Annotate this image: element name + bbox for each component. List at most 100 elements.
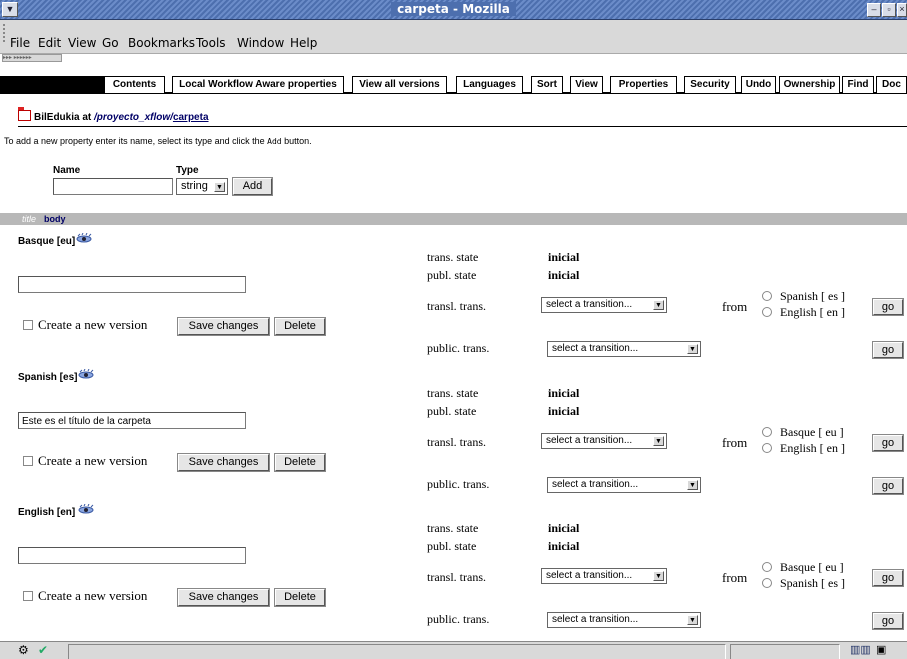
create-version-checkbox[interactable] (23, 320, 33, 330)
go-public-button[interactable]: go (872, 612, 904, 630)
from-label: from (722, 435, 748, 450)
menu-view[interactable]: View (68, 36, 96, 50)
menu-tools[interactable]: Tools (196, 36, 226, 50)
tab-view[interactable]: View (570, 76, 603, 93)
menu-bookmarks[interactable]: Bookmarks (128, 36, 195, 50)
menu-file[interactable]: File (10, 36, 30, 50)
section-body-link[interactable]: body (44, 214, 66, 224)
transl-transition-value: select a transition... (546, 435, 633, 446)
create-version-checkbox[interactable] (23, 591, 33, 601)
from-label: from (722, 570, 748, 585)
breadcrumb: BilEdukia at /proyecto_xflow/carpeta (18, 107, 907, 127)
save-changes-button[interactable]: Save changes (177, 588, 270, 607)
from-option-2: English [ en ] (780, 441, 845, 455)
collapsed-toolbar-grip[interactable]: ▸▸▸ ▸▸▸▸▸▸ (2, 54, 62, 62)
public-trans-label: public. trans. (427, 341, 490, 355)
close-icon[interactable]: × (897, 3, 907, 17)
tab-find[interactable]: Find (842, 76, 874, 93)
property-name-input[interactable] (53, 178, 173, 195)
from-label: from (722, 299, 748, 314)
delete-button[interactable]: Delete (274, 588, 326, 607)
public-transition-select[interactable]: select a transition... ▼ (547, 477, 701, 493)
from-radio-1[interactable] (762, 562, 772, 572)
public-transition-select[interactable]: select a transition... ▼ (547, 612, 701, 628)
breadcrumb-link-carpeta[interactable]: carpeta (173, 112, 209, 123)
security-icon[interactable]: ▣ (876, 643, 886, 656)
online-icon[interactable]: ▥▥ (850, 643, 871, 656)
transl-transition-select[interactable]: select a transition... ▼ (541, 568, 667, 584)
delete-button[interactable]: Delete (274, 453, 326, 472)
tab-ownership[interactable]: Ownership (779, 76, 840, 93)
section-title-link[interactable]: title (22, 214, 36, 224)
from-radio-1[interactable] (762, 427, 772, 437)
delete-button[interactable]: Delete (274, 317, 326, 336)
tab-view-all-versions[interactable]: View all versions (352, 76, 447, 93)
public-trans-label: public. trans. (427, 612, 490, 626)
transl-trans-label: transl. trans. (427, 570, 486, 584)
publ-state-value: inicial (548, 539, 580, 553)
tab-contents[interactable]: Contents (104, 76, 165, 93)
go-transl-button[interactable]: go (872, 569, 904, 587)
tab-properties[interactable]: Properties (610, 76, 677, 93)
window-title: carpeta - Mozilla (0, 2, 907, 16)
hint-text-after: button. (281, 136, 312, 146)
type-label: Type (176, 165, 199, 176)
from-radio-1[interactable] (762, 291, 772, 301)
menu-edit[interactable]: Edit (38, 36, 61, 50)
from-radio-2[interactable] (762, 443, 772, 453)
window-title-text: carpeta - Mozilla (391, 2, 516, 16)
title-input[interactable] (18, 276, 246, 293)
tab-local-workflow[interactable]: Local Workflow Aware properties (172, 76, 344, 93)
eye-icon[interactable] (78, 369, 94, 379)
status-bar: ⚙ ✔ ▥▥ ▣ (0, 641, 907, 659)
go-transl-button[interactable]: go (872, 298, 904, 316)
go-public-button[interactable]: go (872, 341, 904, 359)
chevron-down-icon: ▼ (653, 571, 664, 581)
transl-trans-label: transl. trans. (427, 299, 486, 313)
minimize-icon[interactable]: – (867, 3, 881, 17)
create-version-checkbox[interactable] (23, 456, 33, 466)
tab-security[interactable]: Security (684, 76, 736, 93)
name-label: Name (53, 165, 81, 176)
chevron-down-icon: ▼ (653, 300, 664, 310)
public-transition-select[interactable]: select a transition... ▼ (547, 341, 701, 357)
add-property-button[interactable]: Add (232, 177, 273, 196)
eye-icon[interactable] (76, 233, 92, 243)
from-option-2: Spanish [ es ] (780, 576, 845, 590)
transl-transition-select[interactable]: select a transition... ▼ (541, 297, 667, 313)
public-transition-value: select a transition... (552, 479, 639, 490)
trans-state-label: trans. state (427, 250, 479, 264)
tab-undo[interactable]: Undo (741, 76, 776, 93)
from-radio-2[interactable] (762, 578, 772, 588)
from-option-2: English [ en ] (780, 305, 845, 319)
title-input[interactable] (18, 547, 246, 564)
maximize-icon[interactable]: ▫ (882, 3, 896, 17)
eye-icon[interactable] (78, 504, 94, 514)
go-transl-button[interactable]: go (872, 434, 904, 452)
publ-state-label: publ. state (427, 404, 477, 418)
progress-field (730, 644, 840, 659)
tab-languages[interactable]: Languages (456, 76, 523, 93)
save-changes-button[interactable]: Save changes (177, 453, 270, 472)
mail-icon[interactable]: ✔ (38, 643, 48, 657)
status-text-field (68, 644, 726, 659)
hint-text-before: To add a new property enter its name, se… (4, 136, 268, 146)
menu-go[interactable]: Go (102, 36, 119, 50)
menu-window[interactable]: Window (237, 36, 284, 50)
property-type-select[interactable]: string ▼ (176, 178, 228, 195)
menu-help[interactable]: Help (290, 36, 317, 50)
menubar-grip[interactable] (3, 24, 7, 42)
menubar: File Edit View Go Bookmarks Tools Window… (0, 20, 907, 54)
go-public-button[interactable]: go (872, 477, 904, 495)
publ-state-label: publ. state (427, 539, 477, 553)
transl-transition-value: select a transition... (546, 299, 633, 310)
public-transition-value: select a transition... (552, 343, 639, 354)
tab-sort[interactable]: Sort (531, 76, 563, 93)
language-label: Spanish [es] (18, 372, 78, 383)
transl-transition-select[interactable]: select a transition... ▼ (541, 433, 667, 449)
from-radio-2[interactable] (762, 307, 772, 317)
navigator-icon[interactable]: ⚙ (18, 643, 29, 657)
title-input[interactable]: Este es el título de la carpeta (18, 412, 246, 429)
tab-doc[interactable]: Doc (876, 76, 907, 93)
save-changes-button[interactable]: Save changes (177, 317, 270, 336)
